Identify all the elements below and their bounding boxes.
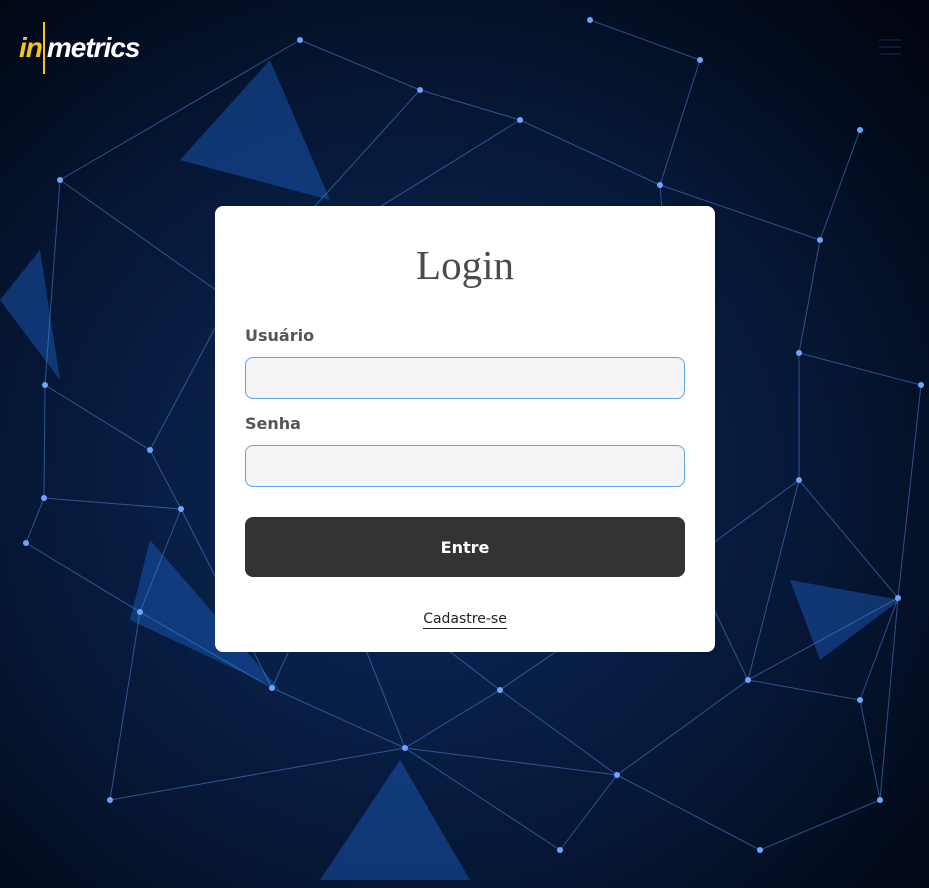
network-node: [757, 847, 763, 853]
network-node: [417, 87, 423, 93]
network-node: [614, 772, 620, 778]
logo-divider: [42, 22, 45, 74]
network-node: [41, 495, 47, 501]
network-node: [147, 447, 153, 453]
login-submit-button[interactable]: Entre: [245, 517, 685, 577]
signup-link[interactable]: Cadastre-se: [423, 611, 507, 629]
network-node: [402, 745, 408, 751]
hamburger-menu-icon[interactable]: [879, 39, 901, 55]
network-node: [857, 697, 863, 703]
username-input[interactable]: [245, 357, 685, 399]
network-node: [895, 595, 901, 601]
network-node: [57, 177, 63, 183]
menu-bar: [879, 46, 901, 48]
network-node: [23, 540, 29, 546]
network-node: [297, 37, 303, 43]
network-node: [137, 609, 143, 615]
inmetrics-logo: in metrics: [19, 22, 141, 74]
network-node: [269, 685, 275, 691]
menu-bar: [879, 53, 901, 55]
network-node: [557, 847, 563, 853]
network-node: [796, 350, 802, 356]
network-node: [857, 127, 863, 133]
password-input[interactable]: [245, 445, 685, 487]
network-node: [918, 382, 924, 388]
login-card: Login Usuário Senha Entre Cadastre-se: [215, 206, 715, 652]
network-node: [178, 506, 184, 512]
logo-in-text: in: [19, 32, 43, 63]
network-node: [796, 477, 802, 483]
network-node: [657, 182, 663, 188]
network-node: [745, 677, 751, 683]
menu-bar: [879, 39, 901, 41]
network-node: [42, 382, 48, 388]
network-node: [517, 117, 523, 123]
username-label: Usuário: [245, 326, 315, 345]
network-node: [497, 687, 503, 693]
network-node: [697, 57, 703, 63]
signup-container: Cadastre-se: [245, 610, 685, 629]
network-node: [877, 797, 883, 803]
logo-metrics-text: metrics: [46, 32, 141, 63]
network-node: [107, 797, 113, 803]
network-node: [817, 237, 823, 243]
login-title: Login: [416, 242, 514, 288]
network-node: [587, 17, 593, 23]
password-label: Senha: [245, 414, 301, 433]
